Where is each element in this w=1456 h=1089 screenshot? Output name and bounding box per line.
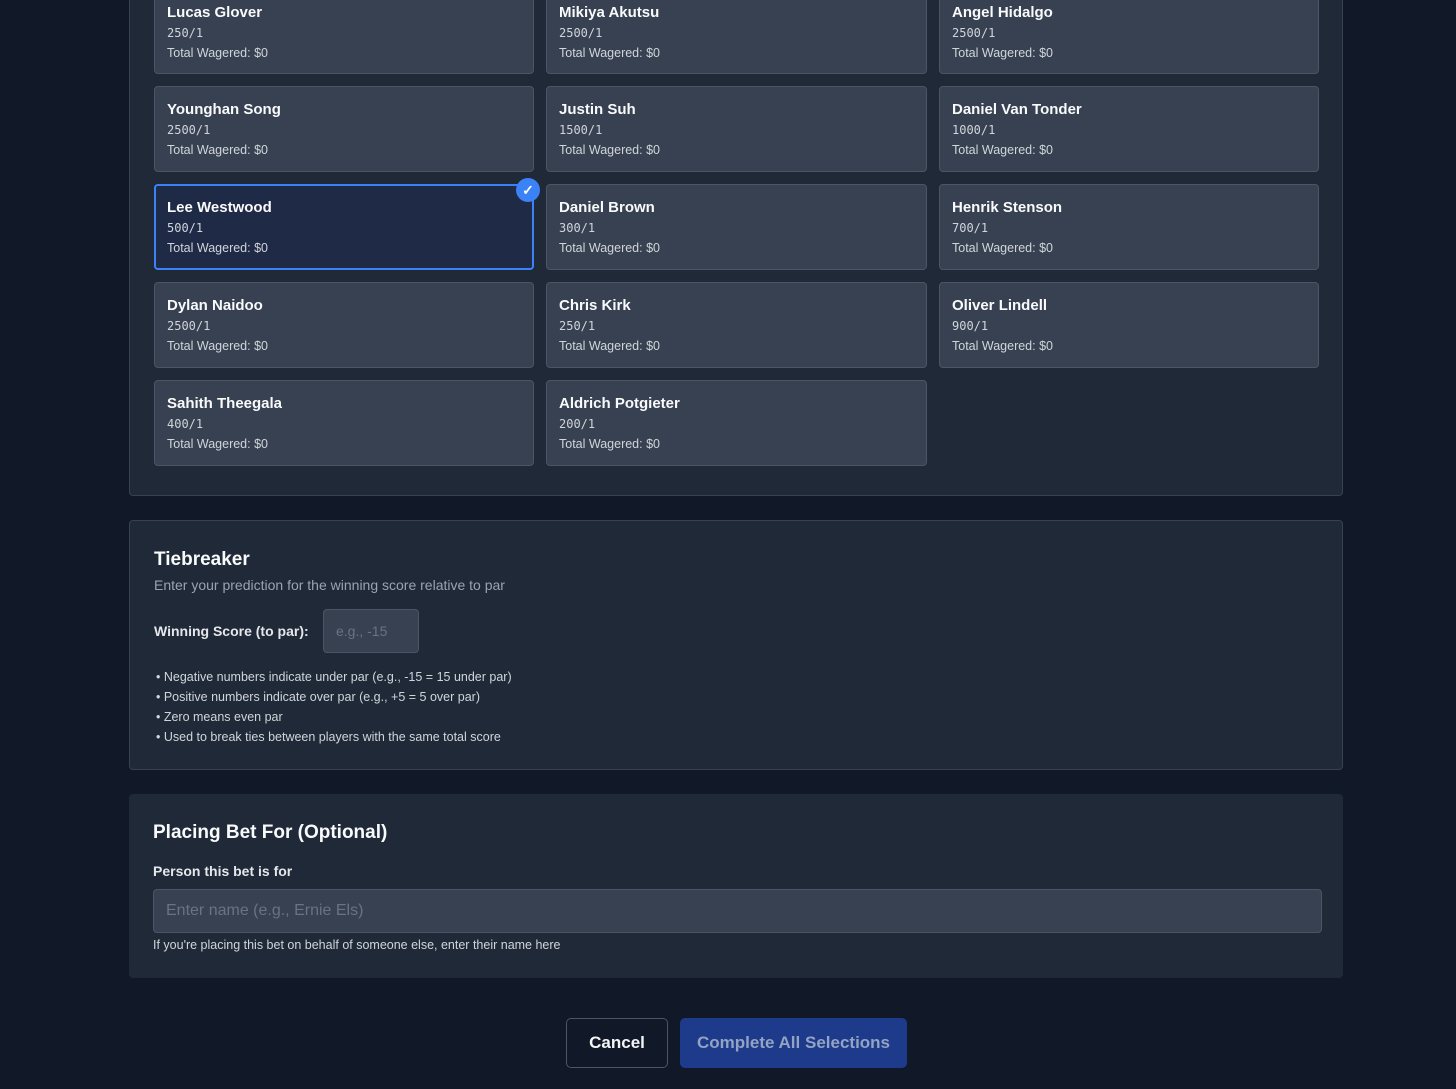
player-odds: 500/1 <box>167 221 204 235</box>
tiebreaker-section: Tiebreaker Enter your prediction for the… <box>129 520 1343 770</box>
player-odds: 900/1 <box>952 319 989 333</box>
player-name: Angel Hidalgo <box>952 4 1053 21</box>
note-item: • Zero means even par <box>156 710 283 724</box>
player-card[interactable]: Younghan Song 2500/1 Total Wagered: $0 <box>154 86 534 172</box>
player-name: Henrik Stenson <box>952 199 1063 216</box>
player-name: Lucas Glover <box>167 4 263 21</box>
player-odds: 1500/1 <box>559 123 603 137</box>
player-name: Oliver Lindell <box>952 297 1048 314</box>
player-name: Dylan Naidoo <box>167 297 263 314</box>
player-card[interactable]: Oliver Lindell 900/1 Total Wagered: $0 <box>939 282 1319 368</box>
player-selection-panel: Lucas Glover 250/1 Total Wagered: $0 Mikiya… <box>129 0 1343 496</box>
player-card[interactable]: Henrik Stenson 700/1 Total Wagered: $0 <box>939 184 1319 270</box>
note-item: • Negative numbers indicate under par (e… <box>156 670 512 684</box>
player-total-wagered: Total Wagered: $0 <box>167 437 268 451</box>
player-name: Chris Kirk <box>559 297 631 314</box>
player-odds: 200/1 <box>559 417 596 431</box>
player-grid: Lucas Glover 250/1 Total Wagered: $0 Mikiya… <box>154 0 1320 466</box>
player-card[interactable]: Angel Hidalgo 2500/1 Total Wagered: $0 <box>939 0 1319 74</box>
player-name: Daniel Van Tonder <box>952 101 1082 118</box>
player-total-wagered: Total Wagered: $0 <box>559 143 660 157</box>
tiebreaker-title: Tiebreaker <box>154 549 250 570</box>
player-card[interactable]: Daniel Van Tonder 1000/1 Total Wagered: $0 <box>939 86 1319 172</box>
player-card[interactable]: Lee Westwood 500/1 Total Wagered: $0 ✓ <box>154 178 540 270</box>
player-total-wagered: Total Wagered: $0 <box>952 339 1053 353</box>
player-name: Mikiya Akutsu <box>559 4 660 21</box>
player-odds: 300/1 <box>559 221 596 235</box>
placing-bet-for-title: Placing Bet For (Optional) <box>153 822 388 843</box>
player-total-wagered: Total Wagered: $0 <box>167 241 268 255</box>
cancel-button[interactable]: Cancel <box>566 1018 668 1068</box>
player-card[interactable]: Justin Suh 1500/1 Total Wagered: $0 <box>546 86 927 172</box>
note-item: • Positive numbers indicate over par (e.… <box>156 690 480 704</box>
player-card[interactable]: Mikiya Akutsu 2500/1 Total Wagered: $0 <box>546 0 927 74</box>
player-name: Aldrich Potgieter <box>559 395 680 412</box>
player-name: Younghan Song <box>167 101 281 118</box>
player-name: Lee Westwood <box>167 199 272 216</box>
player-odds: 2500/1 <box>559 26 603 40</box>
player-odds: 1000/1 <box>952 123 996 137</box>
person-field-hint: If you're placing this bet on behalf of … <box>153 938 561 952</box>
player-card[interactable]: Lucas Glover 250/1 Total Wagered: $0 <box>154 0 534 74</box>
player-total-wagered: Total Wagered: $0 <box>952 46 1053 60</box>
note-item: • Used to break ties between players wit… <box>156 730 501 744</box>
player-name: Justin Suh <box>559 101 636 118</box>
player-odds: 700/1 <box>952 221 989 235</box>
checkmark-icon: ✓ <box>516 178 540 202</box>
winning-score-input[interactable] <box>323 609 419 653</box>
winning-score-label: Winning Score (to par): <box>154 623 309 639</box>
person-name-input[interactable] <box>153 889 1322 933</box>
player-odds: 2500/1 <box>952 26 996 40</box>
player-odds: 250/1 <box>559 319 596 333</box>
player-odds: 400/1 <box>167 417 204 431</box>
winning-score-row: Winning Score (to par): <box>154 609 1318 653</box>
player-total-wagered: Total Wagered: $0 <box>952 241 1053 255</box>
complete-all-selections-button[interactable]: Complete All Selections <box>680 1018 907 1068</box>
player-total-wagered: Total Wagered: $0 <box>167 46 268 60</box>
player-total-wagered: Total Wagered: $0 <box>559 437 660 451</box>
player-total-wagered: Total Wagered: $0 <box>559 241 660 255</box>
player-card[interactable]: Chris Kirk 250/1 Total Wagered: $0 <box>546 282 927 368</box>
player-name: Daniel Brown <box>559 199 655 216</box>
player-total-wagered: Total Wagered: $0 <box>559 46 660 60</box>
player-odds: 250/1 <box>167 26 204 40</box>
person-field-label: Person this bet is for <box>153 863 293 879</box>
player-name: Sahith Theegala <box>167 395 283 412</box>
player-odds: 2500/1 <box>167 123 211 137</box>
tiebreaker-subtitle: Enter your prediction for the winning sc… <box>154 577 505 593</box>
player-total-wagered: Total Wagered: $0 <box>952 143 1053 157</box>
player-total-wagered: Total Wagered: $0 <box>167 339 268 353</box>
player-card[interactable]: Daniel Brown 300/1 Total Wagered: $0 <box>546 184 927 270</box>
placing-bet-for-section: Placing Bet For (Optional) Person this b… <box>129 794 1343 978</box>
player-total-wagered: Total Wagered: $0 <box>167 143 268 157</box>
player-card[interactable]: Aldrich Potgieter 200/1 Total Wagered: $0 <box>546 380 927 466</box>
tiebreaker-notes: • Negative numbers indicate under par (e… <box>154 667 1318 747</box>
player-total-wagered: Total Wagered: $0 <box>559 339 660 353</box>
player-card[interactable]: Sahith Theegala 400/1 Total Wagered: $0 <box>154 380 534 466</box>
player-card[interactable]: Dylan Naidoo 2500/1 Total Wagered: $0 <box>154 282 534 368</box>
player-odds: 2500/1 <box>167 319 211 333</box>
